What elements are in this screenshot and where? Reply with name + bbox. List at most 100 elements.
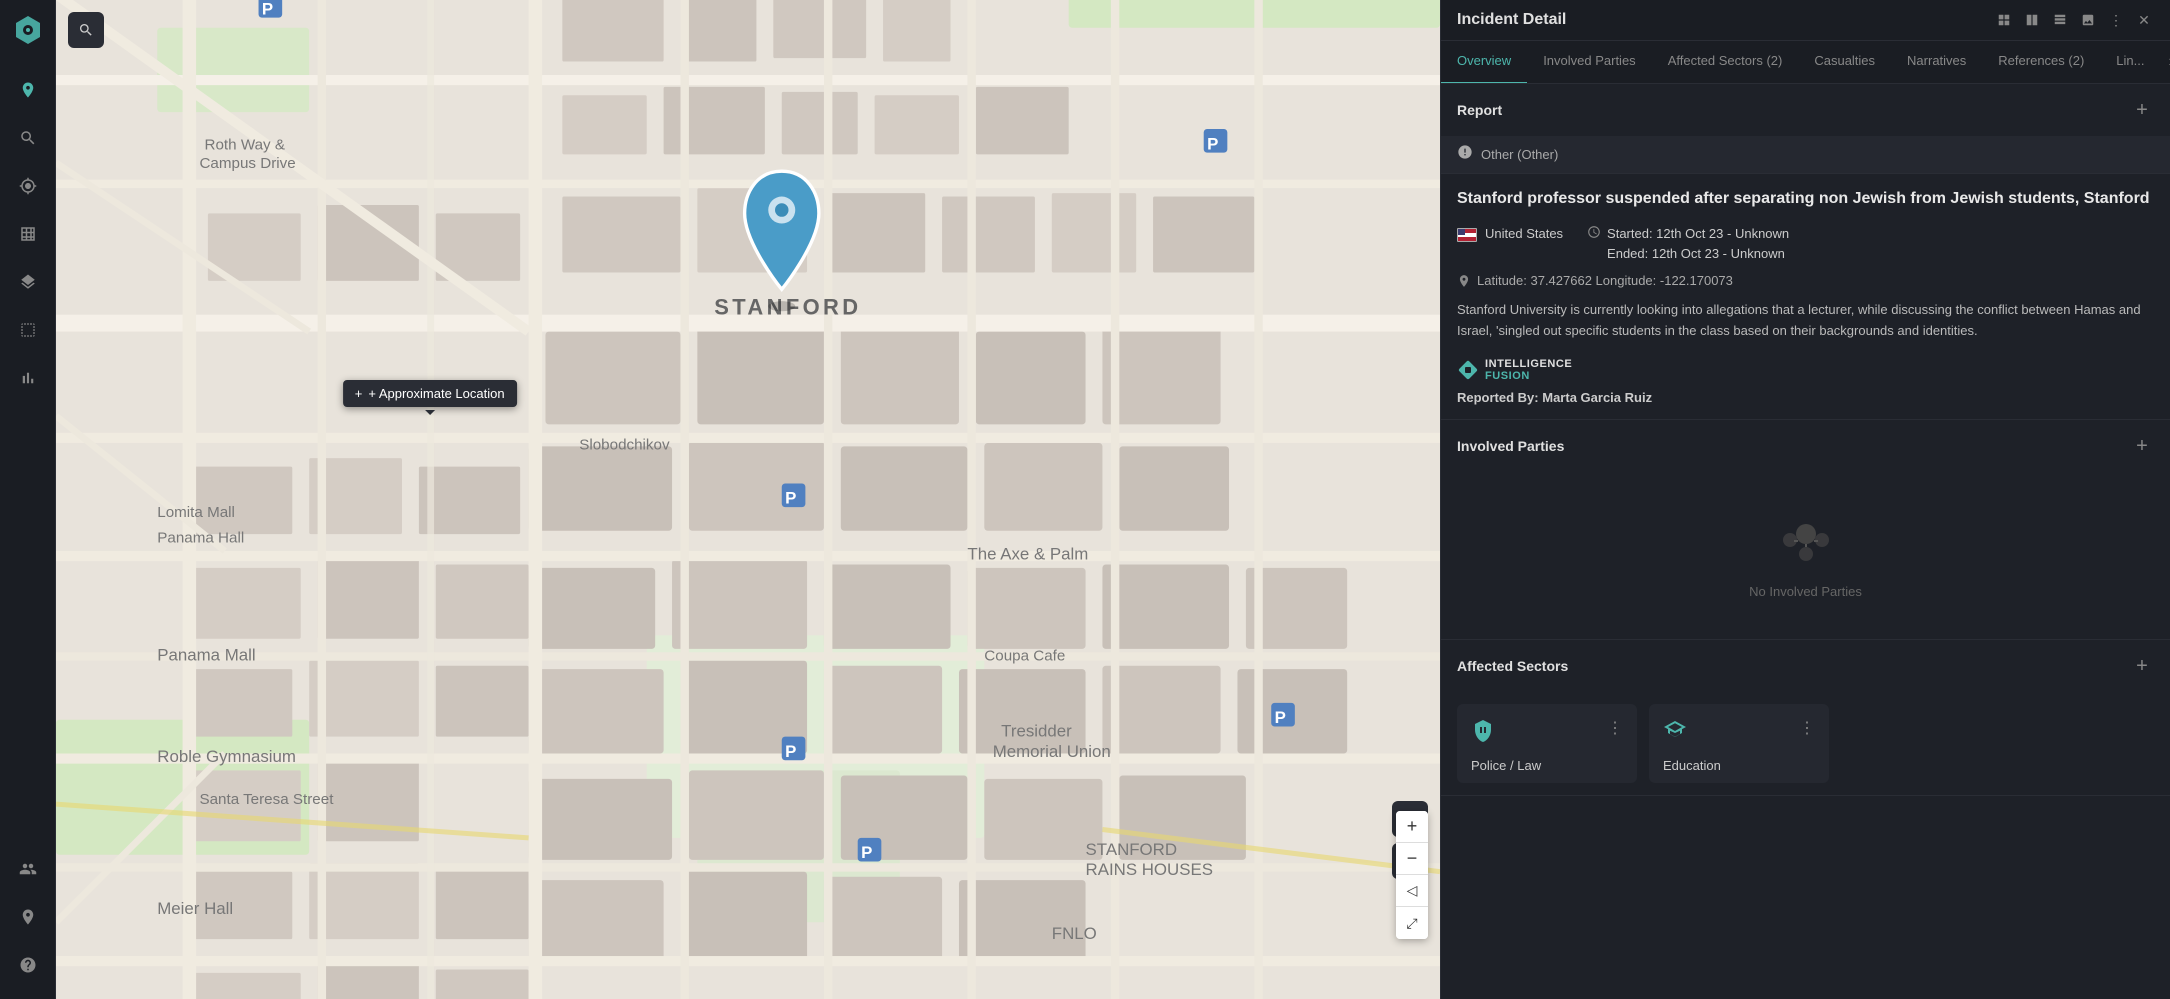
location-tooltip: + + Approximate Location <box>343 380 517 407</box>
report-body: Stanford professor suspended after separ… <box>1441 174 2170 419</box>
involved-parties-header[interactable]: Involved Parties + <box>1441 420 2170 472</box>
panel-icon-split[interactable] <box>2022 10 2042 30</box>
panel-icon-image[interactable] <box>2078 10 2098 30</box>
sidebar-item-people[interactable] <box>8 849 48 889</box>
tooltip-plus-icon: + <box>355 386 363 401</box>
meta-country: United States <box>1457 224 1563 263</box>
sidebar-item-layers[interactable] <box>8 262 48 302</box>
involved-parties-add-button[interactable]: + <box>2130 434 2154 458</box>
svg-text:Meier Hall: Meier Hall <box>157 899 233 918</box>
svg-text:Roble Gymnasium: Roble Gymnasium <box>157 747 296 766</box>
tabs-next-chevron[interactable]: › <box>2160 41 2170 83</box>
svg-text:The Axe & Palm: The Axe & Palm <box>967 544 1088 563</box>
source-logo-icon <box>1457 359 1479 381</box>
svg-text:P: P <box>861 843 872 862</box>
reported-by: Reported By: Marta Garcia Ruiz <box>1457 390 2154 405</box>
panel-header-actions: ⋮ ✕ <box>1994 10 2154 30</box>
affected-sectors-title: Affected Sectors <box>1457 658 1568 674</box>
no-parties-text: No Involved Parties <box>1749 584 1862 599</box>
report-type-label: Other (Other) <box>1481 147 1558 162</box>
sidebar-item-table[interactable] <box>8 214 48 254</box>
panel-overview-content: Report + Other (Other) Stanford professo… <box>1441 84 2170 999</box>
map-search-button[interactable] <box>68 12 104 48</box>
sector-card-education: ⋮ Education <box>1649 704 1829 783</box>
panel-tabs: Overview Involved Parties Affected Secto… <box>1441 41 2170 84</box>
tab-casualties[interactable]: Casualties <box>1798 41 1891 84</box>
education-icon <box>1663 718 1687 748</box>
report-section: Report + Other (Other) Stanford professo… <box>1441 84 2170 420</box>
tab-involved-parties[interactable]: Involved Parties <box>1527 41 1652 84</box>
source-line1: INTELLIGENCE <box>1485 358 1572 370</box>
tab-narratives[interactable]: Narratives <box>1891 41 1982 84</box>
report-section-header[interactable]: Report + <box>1441 84 2170 136</box>
meta-time: Started: 12th Oct 23 - Unknown Ended: 12… <box>1587 224 1789 263</box>
report-description: Stanford University is currently looking… <box>1457 300 2154 342</box>
svg-text:STANFORD: STANFORD <box>1086 840 1177 859</box>
sector-card-header-police: ⋮ <box>1471 718 1623 748</box>
sidebar-item-search[interactable] <box>8 118 48 158</box>
sidebar-item-location[interactable] <box>8 166 48 206</box>
svg-text:P: P <box>785 489 796 508</box>
sector-menu-education[interactable]: ⋮ <box>1799 718 1815 738</box>
panel-title: Incident Detail <box>1457 11 1566 29</box>
report-section-title: Report <box>1457 102 1502 118</box>
panel-icon-columns[interactable] <box>2050 10 2070 30</box>
sidebar-item-help[interactable] <box>8 945 48 985</box>
country-label: United States <box>1485 224 1563 244</box>
svg-text:Slobodchikov: Slobodchikov <box>579 437 670 454</box>
tab-references[interactable]: References (2) <box>1982 41 2100 84</box>
svg-text:P: P <box>1275 708 1286 727</box>
svg-text:P: P <box>785 742 796 761</box>
panel-icon-more[interactable]: ⋮ <box>2106 10 2126 30</box>
panel-close-button[interactable]: ✕ <box>2134 10 2154 30</box>
sector-menu-police[interactable]: ⋮ <box>1607 718 1623 738</box>
involved-parties-section: Involved Parties + No Involved Parties <box>1441 420 2170 640</box>
svg-text:P: P <box>262 0 273 18</box>
country-flag-icon <box>1457 225 1479 241</box>
report-coords: Latitude: 37.427662 Longitude: -122.1700… <box>1457 273 2154 288</box>
map-pan-left-button[interactable]: ◁ <box>1396 875 1428 907</box>
sidebar-item-grid[interactable] <box>8 310 48 350</box>
report-meta: United States Started: 12th Oct 23 - Unk… <box>1457 224 2154 263</box>
source-row: INTELLIGENCE FUSION <box>1457 358 2154 382</box>
reported-by-name: Marta Garcia Ruiz <box>1542 390 1652 405</box>
svg-text:RAINS HOUSES: RAINS HOUSES <box>1086 860 1213 879</box>
sectors-grid: ⋮ Police / Law ⋮ Education <box>1441 692 2170 795</box>
time-ended: Ended: 12th Oct 23 - Unknown <box>1607 244 1789 264</box>
sidebar-item-map[interactable] <box>8 70 48 110</box>
svg-text:Memorial Union: Memorial Union <box>993 742 1111 761</box>
sidebar-item-analytics[interactable] <box>8 358 48 398</box>
app-logo[interactable] <box>10 12 46 48</box>
zoom-in-button[interactable]: + <box>1396 811 1428 843</box>
svg-text:Roth Way &: Roth Way & <box>205 136 285 153</box>
zoom-out-button[interactable]: − <box>1396 843 1428 875</box>
tab-overview[interactable]: Overview <box>1441 41 1527 84</box>
svg-text:Campus Drive: Campus Drive <box>199 155 295 172</box>
map-controls-top <box>68 12 104 48</box>
source-line2: FUSION <box>1485 370 1572 382</box>
tab-links[interactable]: Lin... <box>2100 41 2160 84</box>
affected-sectors-header[interactable]: Affected Sectors + <box>1441 640 2170 692</box>
map-container[interactable]: Cafe Cool Roth Way & Campus Drive Alumni… <box>56 0 1440 999</box>
panel-header: Incident Detail ⋮ ✕ <box>1441 0 2170 41</box>
svg-text:Panama Hall: Panama Hall <box>157 530 244 547</box>
sector-label-police: Police / Law <box>1471 758 1623 773</box>
svg-text:FNLO: FNLO <box>1052 924 1097 943</box>
svg-text:Panama Mall: Panama Mall <box>157 646 255 665</box>
svg-text:Santa Teresa Street: Santa Teresa Street <box>199 791 334 808</box>
tooltip-text: + Approximate Location <box>368 386 504 401</box>
affected-sectors-section: Affected Sectors + ⋮ Police / Law <box>1441 640 2170 796</box>
map-fullscreen-button[interactable]: ⤢ <box>1396 907 1428 939</box>
affected-sectors-add-button[interactable]: + <box>2130 654 2154 678</box>
time-started: Started: 12th Oct 23 - Unknown <box>1607 224 1789 244</box>
svg-text:Coupa Cafe: Coupa Cafe <box>984 648 1065 665</box>
sidebar-item-pin[interactable] <box>8 897 48 937</box>
panel-icon-grid[interactable] <box>1994 10 2014 30</box>
report-add-button[interactable]: + <box>2130 98 2154 122</box>
involved-parties-empty: No Involved Parties <box>1441 472 2170 639</box>
map-zoom-controls: + − ◁ ⤢ <box>1396 811 1428 939</box>
sector-label-education: Education <box>1663 758 1815 773</box>
involved-parties-title: Involved Parties <box>1457 438 1564 454</box>
tab-affected-sectors[interactable]: Affected Sectors (2) <box>1652 41 1799 84</box>
sidebar <box>0 0 56 999</box>
